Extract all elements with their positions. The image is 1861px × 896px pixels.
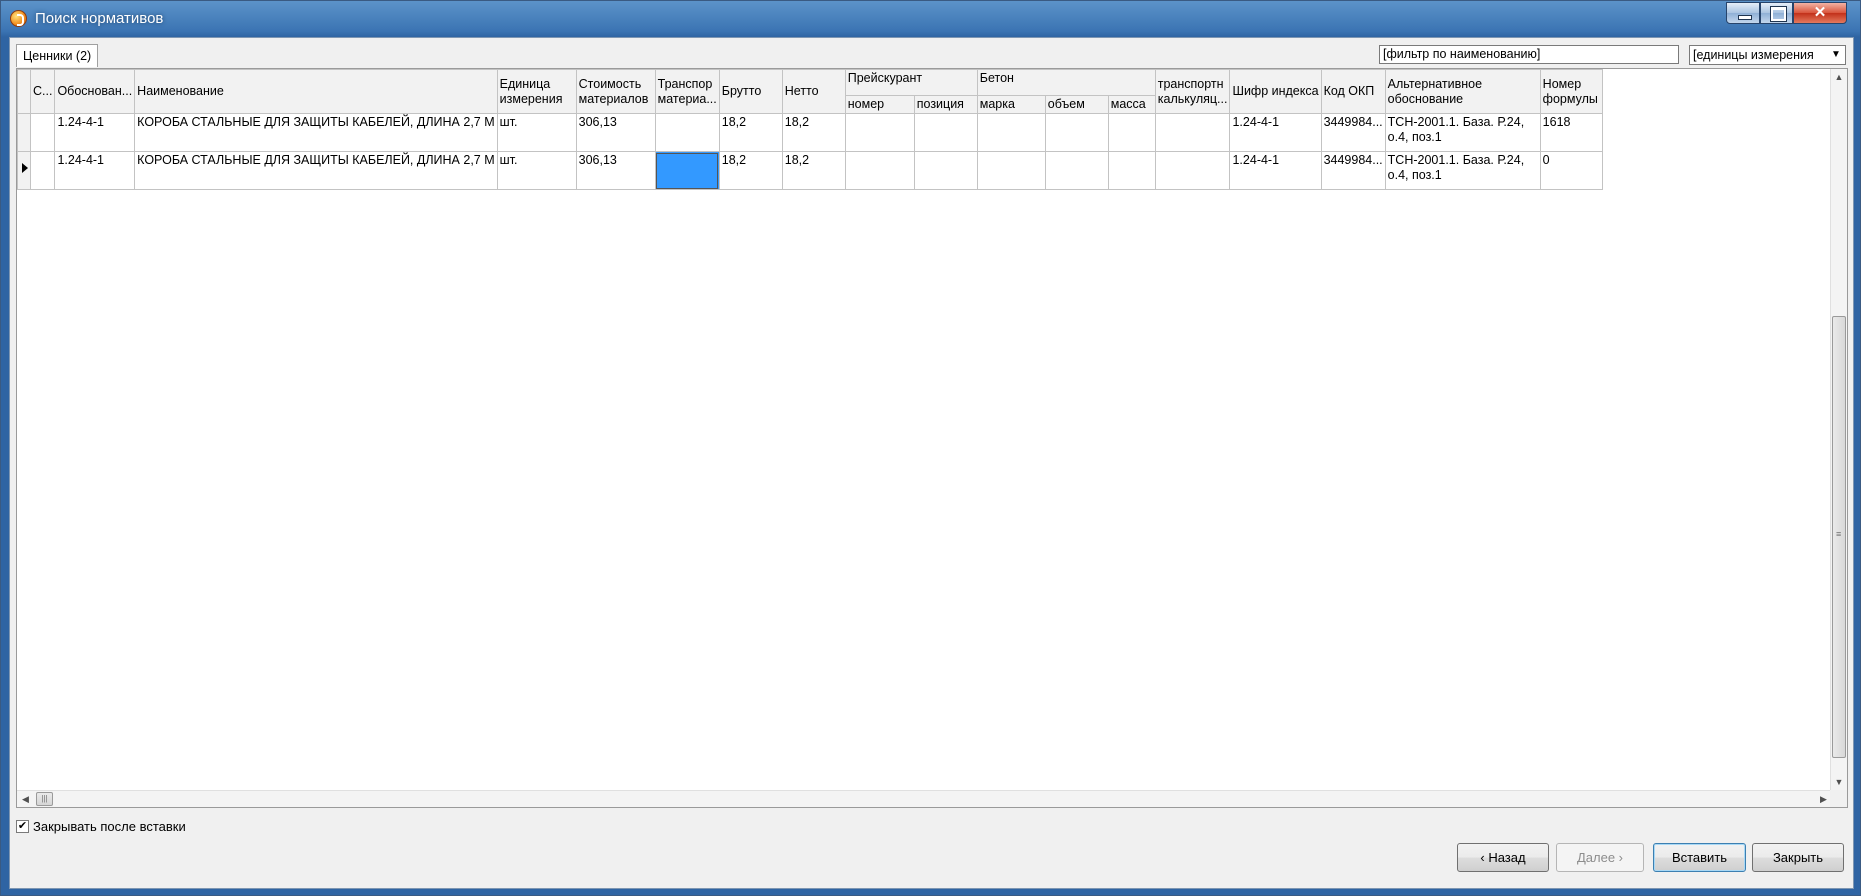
close-after-insert-checkbox[interactable]: ✔ Закрывать после вставки: [16, 818, 186, 834]
header-formula-number[interactable]: Номер формулы: [1539, 69, 1603, 114]
app-logo-icon: [10, 10, 27, 27]
header-beton-obem[interactable]: объем: [1044, 95, 1109, 114]
header-beton-marka[interactable]: марка: [976, 95, 1046, 114]
scrollbar-corner: [1830, 790, 1847, 807]
dialog-window: Поиск нормативов ✕ Ценники (2) [фильтр п…: [0, 0, 1861, 896]
header-naimenovanie[interactable]: Наименование: [134, 69, 498, 114]
close-icon: ✕: [1813, 4, 1827, 21]
results-grid: С... Обоснован... Наименование Единица и…: [16, 68, 1848, 808]
row-indicator[interactable]: [17, 151, 31, 190]
header-preyskurant-nomer[interactable]: номер: [844, 95, 915, 114]
name-filter-input[interactable]: [фильтр по наименованию]: [1379, 45, 1679, 64]
cell-beton-marka[interactable]: [976, 113, 1046, 152]
table-row[interactable]: 1.24-4-1 КОРОБА СТАЛЬНЫЕ ДЛЯ ЗАЩИТЫ КАБЕ…: [17, 151, 1603, 190]
results-table: С... Обоснован... Наименование Единица и…: [17, 69, 1603, 190]
dialog-client-area: Ценники (2) [фильтр по наименованию] [ед…: [9, 37, 1854, 889]
header-indicator: [17, 69, 31, 114]
cell-netto[interactable]: 18,2: [781, 113, 846, 152]
cell-unit[interactable]: шт.: [496, 113, 577, 152]
cell-alt-obosnovanie[interactable]: ТСН-2001.1. База. Р.24, о.4, поз.1: [1384, 113, 1541, 152]
header-unit[interactable]: Единица измерения: [496, 69, 577, 114]
cell-preyskurant-nomer[interactable]: [844, 151, 915, 190]
cell-preyskurant-nomer[interactable]: [844, 113, 915, 152]
cell-beton-obem[interactable]: [1044, 151, 1109, 190]
cell-beton-massa[interactable]: [1107, 113, 1156, 152]
cell-unit[interactable]: шт.: [496, 151, 577, 190]
minimize-icon: [1738, 15, 1752, 20]
cell-transport-calc[interactable]: [1154, 113, 1231, 152]
header-transport[interactable]: Транспор материа...: [654, 69, 720, 114]
back-button[interactable]: ‹ Назад: [1457, 843, 1549, 872]
cell-preyskurant-pozitsiya[interactable]: [913, 113, 978, 152]
header-preyskurant[interactable]: Прейскурант: [844, 69, 978, 96]
close-window-button[interactable]: ✕: [1793, 2, 1847, 24]
header-beton[interactable]: Бетон: [976, 69, 1156, 96]
minimize-button[interactable]: [1726, 2, 1760, 24]
checkmark-icon[interactable]: ✔: [16, 819, 29, 833]
cell-okp-code[interactable]: 3449984...: [1320, 151, 1386, 190]
title-bar[interactable]: Поиск нормативов ✕: [1, 1, 1860, 37]
window-title: Поиск нормативов: [35, 10, 164, 27]
tab-price-tags[interactable]: Ценники (2): [16, 44, 99, 67]
cell-formula-number[interactable]: 1618: [1539, 113, 1603, 152]
cell-netto[interactable]: 18,2: [781, 151, 846, 190]
table-row[interactable]: 1.24-4-1 КОРОБА СТАЛЬНЫЕ ДЛЯ ЗАЩИТЫ КАБЕ…: [17, 113, 1603, 152]
cell-beton-massa[interactable]: [1107, 151, 1156, 190]
close-after-insert-label: Закрывать после вставки: [33, 818, 186, 834]
header-netto[interactable]: Нетто: [781, 69, 846, 114]
maximize-icon: [1770, 6, 1787, 22]
scroll-left-icon[interactable]: ◀: [17, 791, 34, 807]
header-index-code[interactable]: Шифр индекса: [1229, 69, 1322, 114]
cell-index-code[interactable]: 1.24-4-1: [1229, 151, 1322, 190]
header-preyskurant-pozitsiya[interactable]: позиция: [913, 95, 978, 114]
header-c[interactable]: С...: [29, 69, 56, 114]
close-button[interactable]: Закрыть: [1752, 843, 1844, 872]
header-transport-calc[interactable]: транспортн калькуляц...: [1154, 69, 1231, 114]
cell-obosnovanie[interactable]: 1.24-4-1: [54, 151, 136, 190]
cell-alt-obosnovanie[interactable]: ТСН-2001.1. База. Р.24, о.4, поз.1: [1384, 151, 1541, 190]
cell-formula-number[interactable]: 0: [1539, 151, 1603, 190]
header-okp-code[interactable]: Код ОКП: [1320, 69, 1386, 114]
maximize-button[interactable]: [1760, 2, 1793, 24]
cell-transport-selected[interactable]: [654, 151, 720, 190]
chevron-down-icon[interactable]: ▼: [1829, 48, 1843, 62]
cell-material-cost[interactable]: 306,13: [575, 113, 656, 152]
scroll-down-icon[interactable]: ▼: [1831, 774, 1847, 791]
grip-icon: ≡: [1836, 529, 1842, 539]
cell-okp-code[interactable]: 3449984...: [1320, 113, 1386, 152]
current-row-arrow-icon: [22, 163, 28, 173]
cell-naimenovanie[interactable]: КОРОБА СТАЛЬНЫЕ ДЛЯ ЗАЩИТЫ КАБЕЛЕЙ, ДЛИН…: [134, 113, 498, 152]
next-button[interactable]: Далее ›: [1556, 843, 1644, 872]
horizontal-scrollbar[interactable]: ◀ ||| ▶: [17, 790, 1832, 807]
vertical-scrollbar[interactable]: ▲ ≡ ▼: [1830, 69, 1847, 791]
units-dropdown[interactable]: [единицы измерения ▼: [1689, 45, 1846, 65]
cell-naimenovanie[interactable]: КОРОБА СТАЛЬНЫЕ ДЛЯ ЗАЩИТЫ КАБЕЛЕЙ, ДЛИН…: [134, 151, 498, 190]
header-alt-obosnovanie[interactable]: Альтернативное обоснование: [1384, 69, 1541, 114]
header-beton-massa[interactable]: масса: [1107, 95, 1156, 114]
cell-index-code[interactable]: 1.24-4-1: [1229, 113, 1322, 152]
units-dropdown-value: [единицы измерения: [1693, 48, 1814, 62]
cell-c[interactable]: [29, 151, 56, 190]
insert-button[interactable]: Вставить: [1653, 843, 1746, 872]
cell-brutto[interactable]: 18,2: [718, 113, 783, 152]
header-material-cost[interactable]: Стоимость материалов: [575, 69, 656, 114]
cell-obosnovanie[interactable]: 1.24-4-1: [54, 113, 136, 152]
cell-c[interactable]: [29, 113, 56, 152]
row-indicator[interactable]: [17, 113, 31, 152]
scroll-up-icon[interactable]: ▲: [1831, 69, 1847, 86]
cell-material-cost[interactable]: 306,13: [575, 151, 656, 190]
cell-transport-calc[interactable]: [1154, 151, 1231, 190]
cell-beton-obem[interactable]: [1044, 113, 1109, 152]
cell-transport[interactable]: [654, 113, 720, 152]
vertical-scroll-thumb[interactable]: ≡: [1832, 316, 1846, 758]
cell-beton-marka[interactable]: [976, 151, 1046, 190]
horizontal-scroll-thumb[interactable]: |||: [36, 792, 53, 806]
cell-brutto[interactable]: 18,2: [718, 151, 783, 190]
cell-preyskurant-pozitsiya[interactable]: [913, 151, 978, 190]
header-obosnovanie[interactable]: Обоснован...: [54, 69, 136, 114]
header-brutto[interactable]: Брутто: [718, 69, 783, 114]
